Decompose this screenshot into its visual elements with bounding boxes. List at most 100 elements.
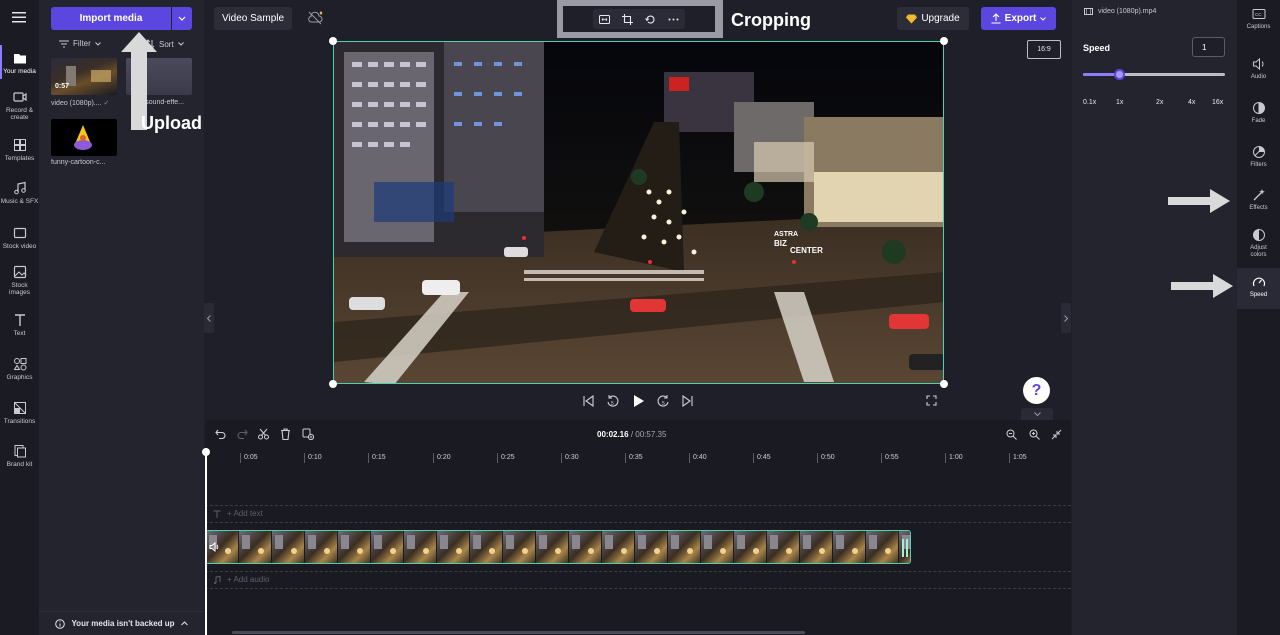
import-options-button[interactable] (172, 7, 192, 30)
brand-kit-icon (14, 445, 26, 458)
speed-mark: 0.1x (1083, 99, 1097, 106)
rail-item-transitions[interactable]: Transitions (0, 401, 39, 425)
redo-icon[interactable] (237, 429, 248, 439)
upload-icon (991, 13, 1001, 24)
clip-filmstrip (206, 531, 910, 563)
rail-item-audio[interactable]: Audio (1237, 57, 1280, 81)
zoom-out-icon[interactable] (1006, 429, 1017, 440)
ruler-tick: 0:30 (561, 453, 579, 463)
collapse-timeline-button[interactable] (1021, 408, 1053, 420)
rail-item-your-media[interactable]: Your media (0, 45, 39, 79)
effects-icon (1253, 189, 1265, 201)
cloud-off-icon[interactable] (305, 9, 325, 27)
resize-handle-top-left[interactable] (329, 37, 337, 45)
media-thumbnail-cartoon[interactable] (51, 119, 117, 156)
audio-track-divider (205, 588, 1071, 589)
effects-arrow-annotation (1168, 189, 1230, 213)
sign-text-1: ASTRA (774, 231, 798, 238)
video-clip[interactable] (205, 530, 911, 564)
audio-volume-icon[interactable] (209, 542, 220, 552)
rail-item-stock-video[interactable]: Stock video (0, 226, 39, 250)
fit-icon[interactable] (599, 14, 610, 24)
add-text-track[interactable]: + Add text (213, 509, 263, 518)
skip-forward-icon[interactable] (682, 395, 694, 407)
timeline: 00:02.16 / 00:57.35 0:05 0:10 0:15 0:20 … (202, 420, 1071, 635)
playback-controls: 5 5 (578, 392, 698, 410)
crop-toolbar (563, 6, 715, 32)
timeline-scrollbar[interactable] (232, 631, 805, 634)
collapse-property-panel-button[interactable] (1061, 303, 1071, 333)
playhead[interactable] (202, 448, 210, 635)
zoom-in-icon[interactable] (1029, 429, 1040, 440)
upgrade-button[interactable]: Upgrade (897, 7, 969, 30)
media-duration: 0:57 (55, 83, 70, 90)
import-media-button[interactable]: Import media (51, 7, 171, 30)
svg-text:CC: CC (1255, 12, 1262, 17)
rail-item-adjust-colors[interactable]: Adjust colors (1237, 228, 1280, 259)
templates-icon (13, 139, 26, 151)
rail-label: Fade (1251, 118, 1266, 124)
rail-item-templates[interactable]: Templates (0, 138, 39, 162)
fit-timeline-icon[interactable] (1051, 429, 1062, 440)
current-time: 00:02.16 (597, 430, 629, 439)
rail-item-effects[interactable]: Effects (1237, 188, 1280, 212)
menu-icon[interactable] (10, 10, 28, 24)
collapse-media-panel-button[interactable] (204, 303, 214, 333)
music-icon (13, 181, 26, 195)
add-audio-track[interactable]: + Add audio (213, 575, 269, 584)
crop-icon[interactable] (622, 13, 633, 25)
speed-mark: 4x (1188, 99, 1196, 106)
rail-item-speed[interactable]: Speed (1237, 268, 1280, 309)
resize-handle-bottom-right[interactable] (940, 380, 948, 388)
rail-item-captions[interactable]: CC Captions (1237, 7, 1280, 31)
project-title[interactable]: Video Sample (214, 7, 292, 30)
aspect-ratio-button[interactable]: 16:9 (1027, 40, 1061, 59)
chevron-right-icon (1064, 314, 1068, 322)
resize-handle-bottom-left[interactable] (329, 380, 337, 388)
media-name: funny-cartoon-c... (51, 159, 106, 166)
speed-mark: 1x (1116, 99, 1124, 106)
rail-item-music-sfx[interactable]: Music & SFX (0, 181, 39, 205)
rail-item-brand-kit[interactable]: Brand kit (0, 444, 39, 468)
camera-icon (12, 92, 27, 102)
video-preview[interactable]: ASTRA BIZ CENTER (333, 41, 944, 384)
resize-handle-top-right[interactable] (940, 37, 948, 45)
music-icon (214, 575, 221, 584)
rail-label: Templates (4, 155, 35, 162)
filter-button[interactable]: Filter (59, 39, 101, 48)
forward-5-icon[interactable]: 5 (657, 394, 670, 408)
media-thumbnail-video[interactable]: 0:57 (51, 58, 117, 95)
right-rail: CC Captions Audio Fade Filters Effects A… (1237, 0, 1280, 635)
rail-item-fade[interactable]: Fade (1237, 101, 1280, 125)
rail-item-stock-images[interactable]: Stock images (0, 265, 39, 296)
ruler-tick: 0:05 (240, 453, 258, 463)
filter-icon (59, 39, 69, 48)
text-track-divider (205, 522, 1071, 523)
backup-warning[interactable]: Your media isn't backed up (39, 611, 204, 635)
delete-icon[interactable] (280, 428, 291, 440)
rail-item-graphics[interactable]: Graphics (0, 357, 39, 381)
fullscreen-icon[interactable] (926, 395, 937, 406)
rail-label: Adjust colors (1250, 245, 1267, 258)
speed-slider-handle[interactable] (1114, 69, 1125, 80)
sign-text-3: CENTER (790, 246, 823, 255)
skip-back-icon[interactable] (582, 395, 594, 407)
play-icon[interactable] (632, 394, 645, 408)
split-icon[interactable] (258, 428, 269, 440)
property-panel: video (1080p).mp4 Speed 1 0.1x 1x 2x 4x … (1072, 0, 1237, 635)
speed-value-input[interactable]: 1 (1192, 37, 1225, 57)
rotate-icon[interactable] (645, 14, 656, 25)
rewind-5-icon[interactable]: 5 (606, 394, 619, 408)
duplicate-icon[interactable] (302, 428, 314, 440)
help-button[interactable]: ? (1023, 377, 1050, 404)
rail-item-record-create[interactable]: Record & create (0, 90, 39, 121)
rail-item-text[interactable]: Text (0, 313, 39, 337)
rail-label: Your media (3, 68, 36, 75)
more-options-icon[interactable] (668, 18, 679, 21)
rail-item-filters[interactable]: Filters (1237, 145, 1280, 169)
media-panel: Import media Filter Sort 0:57 video (108… (39, 0, 204, 635)
chevron-down-icon (1033, 412, 1041, 416)
undo-icon[interactable] (215, 429, 226, 439)
export-button[interactable]: Export (981, 7, 1056, 30)
media-name: video (1080p).... ✓ (51, 100, 110, 107)
